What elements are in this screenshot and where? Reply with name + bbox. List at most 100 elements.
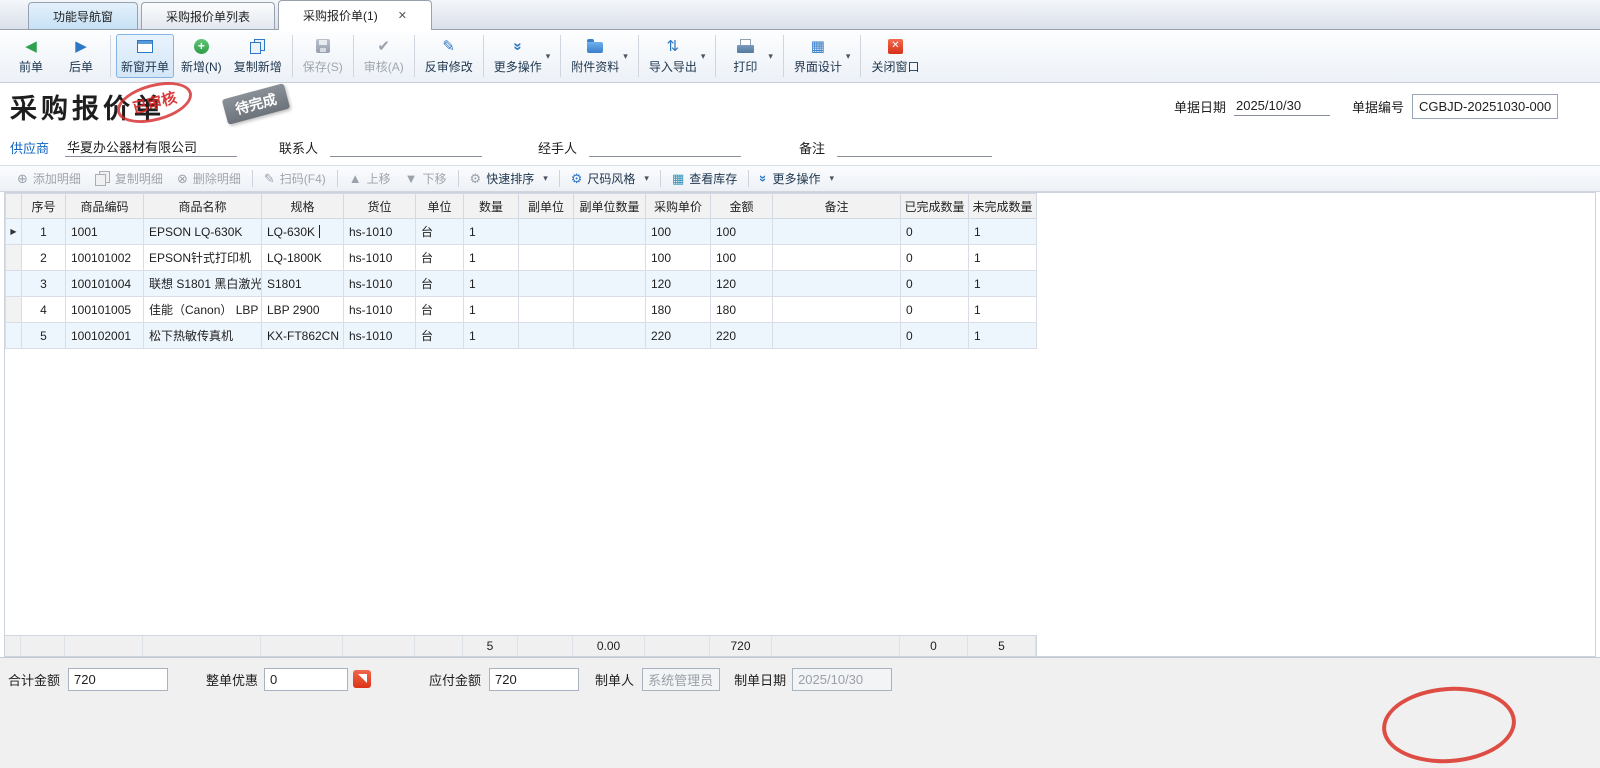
audit-button[interactable]: ✔ 审核(A) [359,34,409,78]
table-cell[interactable]: hs-1010 [344,297,416,323]
table-cell[interactable]: 100 [711,219,773,245]
table-cell[interactable]: 1 [969,219,1037,245]
table-cell[interactable]: 台 [416,297,464,323]
table-cell[interactable]: LBP 2900 [262,297,344,323]
table-cell[interactable] [519,219,574,245]
table-cell[interactable]: 1 [464,245,519,271]
column-header[interactable]: 副单位数量 [574,194,646,219]
table-cell[interactable]: 100101002 [66,245,144,271]
view-stock-button[interactable]: ▦ 查看库存 [665,168,744,189]
table-cell[interactable]: 台 [416,323,464,349]
table-cell[interactable]: 松下热敏传真机 [144,323,262,349]
table-row[interactable]: 4100101005佳能（Canon） LBPLBP 2900hs-1010台1… [6,297,1037,323]
table-cell[interactable] [773,323,901,349]
ui-design-button[interactable]: ▦ 界面设计 ▾ [789,34,856,78]
table-cell[interactable]: 0 [901,323,969,349]
table-cell[interactable]: 120 [711,271,773,297]
payable-input[interactable] [489,668,579,691]
copy-detail-button[interactable]: 复制明细 [88,168,170,189]
unaudit-modify-button[interactable]: ✎ 反审修改 [420,34,478,78]
table-cell[interactable]: 1 [464,219,519,245]
table-cell[interactable]: hs-1010 [344,219,416,245]
table-cell[interactable]: EPSON LQ-630K [144,219,262,245]
table-cell[interactable]: 220 [646,323,711,349]
more-detail-actions-button[interactable]: » 更多操作 ▾ [753,168,841,189]
table-cell[interactable]: 0 [901,271,969,297]
table-cell[interactable]: EPSON针式打印机 [144,245,262,271]
column-header[interactable]: 未完成数量 [969,194,1037,219]
table-cell[interactable] [773,297,901,323]
table-cell[interactable]: 1 [464,323,519,349]
column-header[interactable]: 规格 [262,194,344,219]
table-cell[interactable]: 0 [901,245,969,271]
column-header[interactable]: 单位 [416,194,464,219]
doc-no-input[interactable] [1412,94,1558,119]
close-tab-icon[interactable]: ✕ [398,9,407,22]
table-cell[interactable]: hs-1010 [344,323,416,349]
column-header[interactable]: 序号 [22,194,66,219]
move-down-button[interactable]: ▼ 下移 [398,168,454,189]
table-cell[interactable]: LQ-630K [262,219,344,245]
table-cell[interactable]: 220 [711,323,773,349]
tab-quotation-list[interactable]: 采购报价单列表 [141,2,275,29]
table-row[interactable]: 2100101002EPSON针式打印机LQ-1800Khs-1010台1100… [6,245,1037,271]
contact-input[interactable] [330,137,482,157]
table-cell[interactable]: 100101004 [66,271,144,297]
table-cell[interactable]: 1 [969,323,1037,349]
attachments-button[interactable]: 附件资料 ▾ [566,34,633,78]
table-cell[interactable]: 100 [646,245,711,271]
table-cell[interactable] [773,245,901,271]
table-cell[interactable]: hs-1010 [344,245,416,271]
table-cell[interactable]: 1 [969,245,1037,271]
column-header[interactable]: 商品编码 [66,194,144,219]
column-header[interactable]: 货位 [344,194,416,219]
new-doc-button[interactable]: + 新增(N) [176,34,227,78]
table-cell[interactable]: 台 [416,271,464,297]
table-cell[interactable] [574,245,646,271]
delete-detail-button[interactable]: ⊗ 删除明细 [170,168,248,189]
total-amount-input[interactable] [68,668,168,691]
table-cell[interactable]: 0 [901,219,969,245]
table-cell[interactable]: 联想 S1801 黑白激光 [144,271,262,297]
table-cell[interactable] [574,271,646,297]
table-cell[interactable]: LQ-1800K [262,245,344,271]
table-row[interactable]: 3100101004联想 S1801 黑白激光S1801hs-1010台1120… [6,271,1037,297]
size-style-button[interactable]: ⚙ 尺码风格 ▾ [564,168,656,189]
add-detail-button[interactable]: ⊕ 添加明细 [10,168,88,189]
column-header[interactable]: 金额 [711,194,773,219]
column-header[interactable]: 采购单价 [646,194,711,219]
table-cell[interactable]: 1 [969,271,1037,297]
table-cell[interactable]: 1 [464,271,519,297]
tab-quotation-form[interactable]: 采购报价单(1) ✕ [278,0,432,30]
column-header[interactable]: 副单位 [519,194,574,219]
table-cell[interactable]: 1 [969,297,1037,323]
table-cell[interactable]: 100102001 [66,323,144,349]
more-actions-button[interactable]: » 更多操作 ▾ [489,34,556,78]
table-cell[interactable]: hs-1010 [344,271,416,297]
table-cell[interactable]: 1 [464,297,519,323]
table-cell[interactable]: 5 [22,323,66,349]
table-cell[interactable] [773,271,901,297]
import-export-button[interactable]: ⇅ 导入导出 ▾ [644,34,711,78]
table-cell[interactable]: 2 [22,245,66,271]
print-button[interactable]: 打印 ▾ [721,34,778,78]
table-cell[interactable]: 1 [22,219,66,245]
new-window-doc-button[interactable]: 新窗开单 [116,34,174,78]
table-row[interactable]: 5100102001松下热敏传真机KX-FT862CNhs-1010台12202… [6,323,1037,349]
table-cell[interactable]: KX-FT862CN [262,323,344,349]
column-header[interactable]: 已完成数量 [901,194,969,219]
column-header[interactable]: 数量 [464,194,519,219]
table-cell[interactable] [574,219,646,245]
close-window-button[interactable]: ✕ 关闭窗口 [866,34,924,78]
table-cell[interactable] [519,245,574,271]
table-cell[interactable] [773,219,901,245]
table-cell[interactable] [574,323,646,349]
remark-input[interactable] [837,137,992,157]
table-cell[interactable]: 1001 [66,219,144,245]
table-cell[interactable]: 佳能（Canon） LBP [144,297,262,323]
supplier-input[interactable] [65,137,237,157]
handler-input[interactable] [589,137,741,157]
discount-input[interactable] [264,668,348,691]
tab-function-nav[interactable]: 功能导航窗 [28,2,138,29]
table-cell[interactable]: 100101005 [66,297,144,323]
